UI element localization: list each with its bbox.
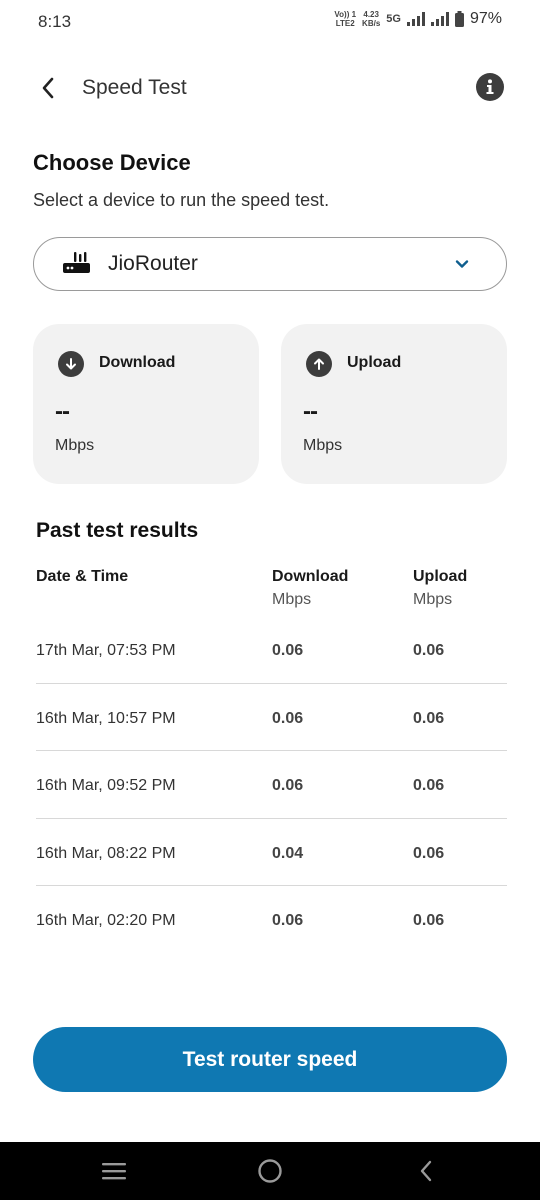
battery-percent: 97% (469, 10, 502, 27)
row-download: 0.06 (272, 912, 304, 929)
upload-unit: Mbps (303, 437, 343, 454)
header-download: Download (272, 568, 349, 585)
app-bar: Speed Test (0, 66, 540, 110)
status-bar: 8:13 Vo)) 1 LTE2 4.23 KB/s 5G 97% (0, 0, 540, 44)
network-type: 5G (386, 13, 401, 25)
row-date: 16th Mar, 02:20 PM (36, 912, 176, 929)
upload-card: Upload -- Mbps (281, 324, 507, 484)
recent-apps-button[interactable] (94, 1156, 134, 1186)
row-download: 0.06 (272, 777, 304, 794)
download-label: Download (99, 354, 176, 371)
battery-icon (454, 11, 464, 27)
choose-device-subtitle: Select a device to run the speed test. (33, 190, 330, 210)
signal-icon-2 (430, 12, 449, 26)
signal-icon (406, 12, 425, 26)
home-button[interactable] (250, 1156, 290, 1186)
row-download: 0.04 (272, 844, 304, 862)
system-back-button[interactable] (406, 1156, 446, 1186)
table-row[interactable]: 16th Mar, 02:20 PM 0.06 0.06 (36, 886, 507, 954)
row-date: 16th Mar, 08:22 PM (36, 844, 176, 862)
row-upload: 0.06 (413, 709, 445, 727)
test-router-speed-button[interactable]: Test router speed (33, 1027, 507, 1092)
download-value: -- (55, 398, 70, 425)
upload-label: Upload (347, 354, 402, 371)
download-unit: Mbps (55, 437, 95, 454)
table-header: Date & Time Download Mbps Upload Mbps (36, 568, 507, 616)
header-date: Date & Time (36, 568, 129, 585)
selected-device: JioRouter (108, 252, 198, 275)
back-button[interactable] (34, 74, 62, 102)
row-download: 0.06 (272, 709, 304, 727)
upload-value: -- (303, 398, 318, 425)
choose-device-title: Choose Device (33, 150, 191, 175)
table-row[interactable]: 16th Mar, 09:52 PM 0.06 0.06 (36, 751, 507, 819)
row-upload: 0.06 (413, 912, 445, 929)
header-download-unit: Mbps (272, 591, 312, 608)
header-upload-unit: Mbps (413, 591, 453, 608)
download-card: Download -- Mbps (33, 324, 259, 484)
back-arrow-icon (42, 77, 54, 99)
row-upload: 0.06 (413, 844, 445, 862)
download-arrow-icon (58, 351, 84, 377)
row-download: 0.06 (272, 642, 304, 659)
status-time: 8:13 (38, 12, 72, 31)
table-row[interactable]: 16th Mar, 10:57 PM 0.06 0.06 (36, 684, 507, 751)
router-icon (62, 249, 92, 279)
info-button[interactable] (476, 73, 504, 101)
row-date: 17th Mar, 07:53 PM (36, 642, 176, 659)
home-circle-icon (258, 1159, 282, 1183)
page-title: Speed Test (82, 76, 187, 99)
table-row[interactable]: 16th Mar, 08:22 PM 0.04 0.06 (36, 819, 507, 886)
row-upload: 0.06 (413, 642, 445, 659)
device-dropdown[interactable]: JioRouter (33, 237, 507, 291)
past-results-table: Date & Time Download Mbps Upload Mbps 17… (36, 568, 507, 954)
past-results-title: Past test results (36, 519, 199, 542)
data-speed-indicator: 4.23 KB/s (362, 10, 381, 28)
system-nav-bar (0, 1142, 540, 1200)
row-upload: 0.06 (413, 777, 445, 794)
row-date: 16th Mar, 10:57 PM (36, 709, 176, 727)
back-chevron-icon (420, 1160, 432, 1182)
upload-arrow-icon (306, 351, 332, 377)
info-icon (486, 79, 494, 94)
volte-indicator: Vo)) 1 LTE2 (334, 10, 357, 28)
status-icons: Vo)) 1 LTE2 4.23 KB/s 5G 97% (334, 10, 502, 28)
chevron-down-icon (455, 260, 469, 268)
header-upload: Upload (413, 568, 468, 585)
row-date: 16th Mar, 09:52 PM (36, 777, 176, 794)
table-row[interactable]: 17th Mar, 07:53 PM 0.06 0.06 (36, 616, 507, 684)
menu-lines-icon (102, 1163, 126, 1180)
